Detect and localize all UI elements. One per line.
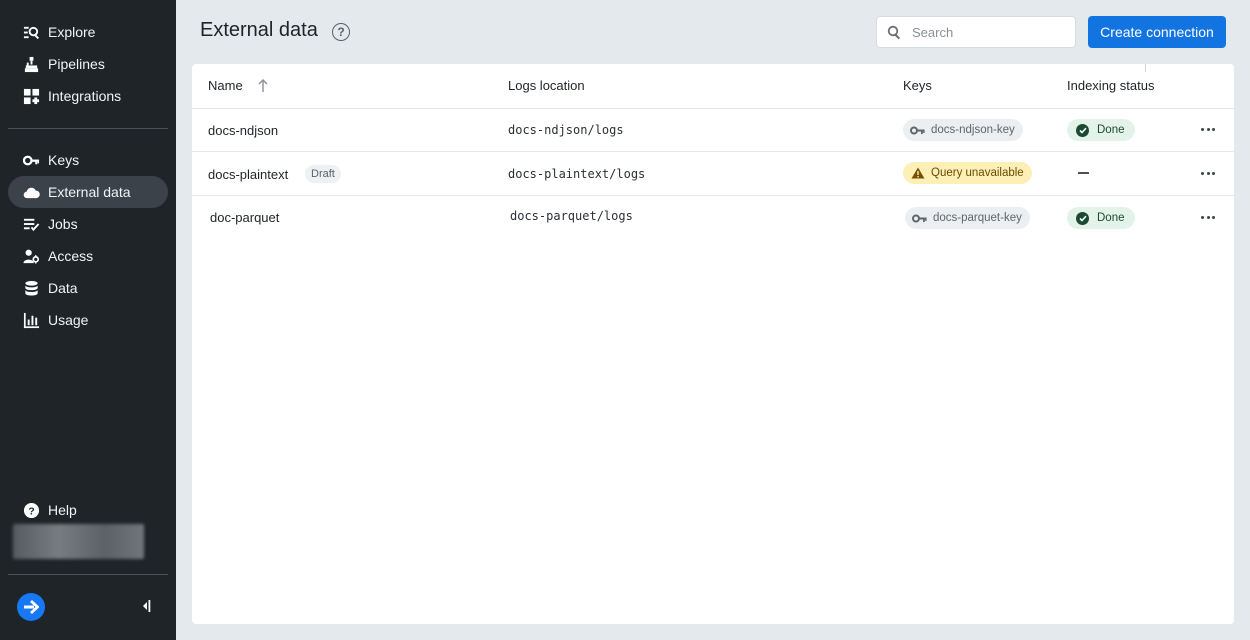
access-icon [22,247,40,265]
sidebar-item-label: Access [48,248,94,264]
key-chip: docs-parquet-key [905,207,1030,229]
key-name: docs-parquet-key [933,212,1022,224]
search-box[interactable] [876,16,1076,48]
column-header-keys[interactable]: Keys [903,78,932,93]
user-account-blurred[interactable] [13,524,144,559]
sidebar-divider [8,128,168,129]
row-logs-location: docs-plaintext/logs [508,167,646,181]
row-name[interactable]: docs-ndjson [208,123,278,138]
key-icon [22,151,40,169]
row-divider [192,151,1234,152]
more-options-icon[interactable] [1201,128,1215,132]
grid-icon [22,87,40,105]
sidebar-item-label: Explore [48,24,96,40]
collapse-sidebar-icon[interactable] [138,597,154,615]
status-badge: Done [1067,119,1135,141]
sidebar-item-data[interactable]: Data [8,272,168,304]
sidebar-item-jobs[interactable]: Jobs [8,208,168,240]
jobs-icon [22,215,40,233]
warning-chip: Query unavailable [903,162,1032,184]
warning-icon [911,167,925,179]
row-name[interactable]: docs-plaintext [208,167,288,182]
search-icon [887,25,901,39]
sidebar-item-label: Help [48,502,77,518]
cloud-icon [22,183,40,201]
more-options-icon[interactable] [1201,172,1215,176]
sidebar-divider [8,574,168,575]
explore-icon [22,23,40,41]
help-circle-icon: ? [22,501,40,519]
external-data-table: Name Logs location Keys Indexing status … [192,64,1234,624]
status-text: Done [1097,124,1125,136]
key-chip: docs-ndjson-key [903,119,1023,141]
column-separator [1145,64,1146,72]
empty-status-dash [1078,172,1089,174]
more-options-icon[interactable] [1201,216,1215,220]
key-icon [912,214,927,222]
check-circle-icon [1076,211,1089,225]
sort-ascending-icon[interactable] [258,79,268,93]
sidebar-item-label: Integrations [48,88,122,104]
sidebar-item-help[interactable]: ? Help [8,494,168,526]
sidebar-item-label: Keys [48,152,80,168]
key-icon [910,126,925,134]
column-header-name[interactable]: Name [208,78,243,93]
draft-badge: Draft [305,165,341,183]
sidebar-item-integrations[interactable]: Integrations [8,80,168,112]
row-name[interactable]: doc-parquet [210,210,279,225]
header-divider [192,108,1234,109]
sidebar-item-access[interactable]: Access [8,240,168,272]
sidebar-item-explore[interactable]: Explore [8,16,168,48]
sidebar-item-pipelines[interactable]: Pipelines [8,48,168,80]
database-icon [22,279,40,297]
column-header-logs-location[interactable]: Logs location [508,78,585,93]
bar-chart-icon [22,311,40,329]
create-connection-button[interactable]: Create connection [1088,16,1226,48]
check-circle-icon [1076,123,1089,137]
sidebar-item-label: Jobs [48,216,78,232]
row-divider [192,195,1234,196]
row-logs-location: docs-ndjson/logs [508,123,624,137]
question-icon[interactable]: ? [332,23,350,41]
status-text: Done [1097,212,1125,224]
warning-text: Query unavailable [931,167,1024,179]
sidebar-item-label: Usage [48,312,89,328]
row-logs-location: docs-parquet/logs [510,209,633,223]
sidebar-item-label: Data [48,280,78,296]
search-input[interactable] [912,24,1062,40]
sidebar-item-keys[interactable]: Keys [8,144,168,176]
sidebar: Explore Pipelines Integrations Keys Exte… [0,0,176,640]
page-title: External data [200,19,318,41]
column-header-indexing-status[interactable]: Indexing status [1067,78,1154,93]
key-name: docs-ndjson-key [931,124,1015,136]
pipeline-icon [22,55,40,73]
svg-text:?: ? [28,506,34,517]
sidebar-item-label: External data [48,184,131,200]
status-badge: Done [1067,207,1135,229]
sidebar-item-label: Pipelines [48,56,105,72]
sidebar-item-external-data[interactable]: External data [8,176,168,208]
arrow-right-icon[interactable] [17,593,45,621]
sidebar-item-usage[interactable]: Usage [8,304,168,336]
